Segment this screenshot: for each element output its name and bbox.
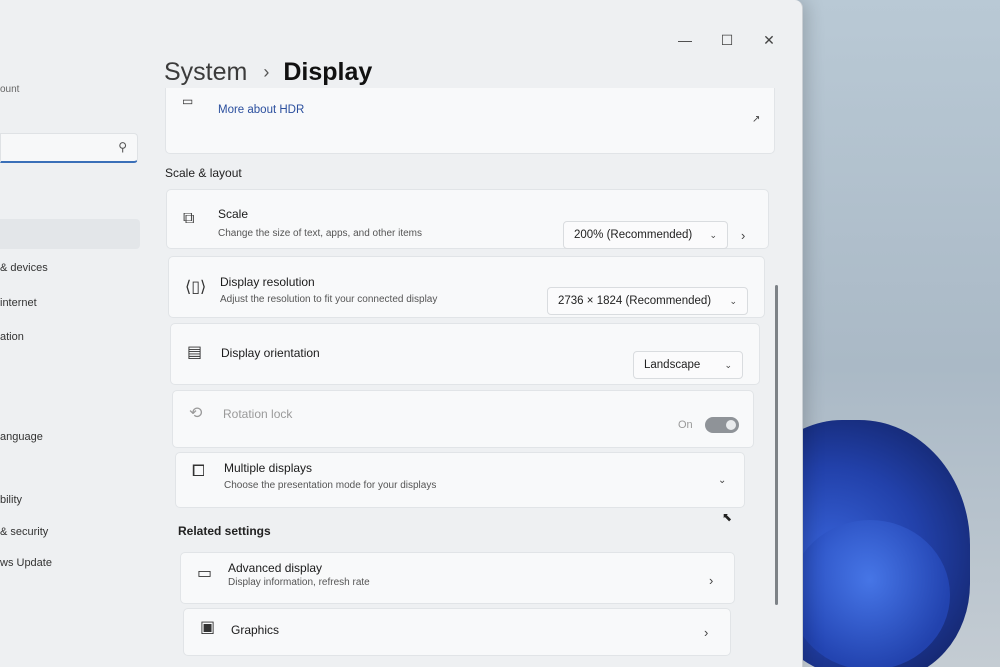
wallpaper-bloom-highlight [790,520,950,667]
chevron-right-icon: › [709,573,714,588]
chevron-right-icon: › [704,625,709,640]
orientation-value: Landscape [644,359,701,371]
graphics-card-icon: ▣ [200,619,216,636]
sidebar-item-personalization[interactable]: ation [0,331,24,343]
graphics-card[interactable]: ▣ Graphics › [183,608,731,656]
sidebar-nav: ount ⚲ & devices internet ation anguage … [0,0,145,667]
sidebar-item-system[interactable] [0,219,140,249]
resolution-card: ⟨▯⟩ Display resolution Adjust the resolu… [168,256,765,318]
hdr-card: ▭ More about HDR ↗ [165,88,775,154]
section-title-scale-layout: Scale & layout [165,166,242,180]
rotation-lock-title: Rotation lock [223,407,293,421]
hdr-icon: ▭ [182,94,194,108]
scale-value: 200% (Recommended) [574,229,693,241]
window-caption-controls: — ☐ ✕ [664,26,790,54]
account-label: ount [0,84,20,95]
maximize-icon: ☐ [720,31,734,48]
close-button[interactable]: ✕ [748,26,790,54]
chevron-right-icon[interactable]: › [741,228,745,243]
advanced-display-card[interactable]: ▭ Advanced display Display information, … [180,552,735,604]
graphics-title: Graphics [231,623,280,637]
mouse-cursor: ⬉ [722,510,733,524]
scrollbar[interactable] [775,285,778,605]
rotation-lock-icon: ⟲ [189,405,203,422]
minimize-icon: — [678,32,692,48]
scale-card: ⧉ Scale Change the size of text, apps, a… [166,189,769,249]
resolution-subtitle: Adjust the resolution to fit your connec… [220,294,438,305]
sidebar-item-accessibility[interactable]: bility [0,494,22,506]
resolution-title: Display resolution [220,275,315,289]
search-icon: ⚲ [118,140,127,154]
multiple-displays-card[interactable]: ⧠ Multiple displays Choose the presentat… [175,452,745,508]
rotation-lock-state: On [678,419,693,431]
advanced-display-subtitle: Display information, refresh rate [228,577,370,588]
chevron-down-icon[interactable]: ⌄ [718,475,726,486]
breadcrumb: System › Display [164,58,372,87]
sidebar-item-devices[interactable]: & devices [0,262,48,274]
resolution-icon: ⟨▯⟩ [185,279,207,296]
section-title-related-settings: Related settings [178,524,271,538]
scale-subtitle: Change the size of text, apps, and other… [218,228,423,239]
multiple-displays-title: Multiple displays [224,461,313,475]
monitor-icon: ▭ [197,565,213,582]
orientation-card: ▤ Display orientation Landscape ⌄ [170,323,760,385]
minimize-button[interactable]: — [664,26,706,54]
close-icon: ✕ [763,31,775,48]
chevron-down-icon: ⌄ [724,359,732,370]
resolution-dropdown[interactable]: 2736 × 1824 (Recommended) ⌄ [547,287,748,315]
rotation-lock-toggle[interactable] [705,417,739,433]
sidebar-item-time-language[interactable]: anguage [0,431,43,443]
rotation-lock-card: ⟲ Rotation lock On [172,390,754,448]
scale-title: Scale [218,207,249,221]
breadcrumb-separator: › [263,62,270,82]
resolution-value: 2736 × 1824 (Recommended) [558,295,712,307]
chevron-down-icon: ⌄ [709,229,717,240]
settings-window: — ☐ ✕ ount ⚲ & devices internet ation an… [0,0,803,667]
orientation-icon: ▤ [187,344,203,361]
multiple-displays-icon: ⧠ [192,463,205,480]
scale-dropdown[interactable]: 200% (Recommended) ⌄ [563,221,728,249]
orientation-title: Display orientation [221,346,320,360]
external-link-icon[interactable]: ↗ [752,114,760,125]
scale-icon: ⧉ [183,210,195,227]
advanced-display-title: Advanced display [228,561,323,575]
sidebar-item-network[interactable]: internet [0,297,37,309]
orientation-dropdown[interactable]: Landscape ⌄ [633,351,743,379]
chevron-down-icon: ⌄ [729,295,737,306]
multiple-displays-subtitle: Choose the presentation mode for your di… [224,480,437,491]
search-input[interactable]: ⚲ [0,133,138,163]
breadcrumb-parent[interactable]: System [164,58,247,87]
page-title: Display [283,58,373,86]
more-about-hdr-link[interactable]: More about HDR [218,104,304,116]
sidebar-item-windows-update[interactable]: ws Update [0,557,52,569]
maximize-button[interactable]: ☐ [706,26,748,54]
sidebar-item-privacy-security[interactable]: & security [0,526,48,538]
